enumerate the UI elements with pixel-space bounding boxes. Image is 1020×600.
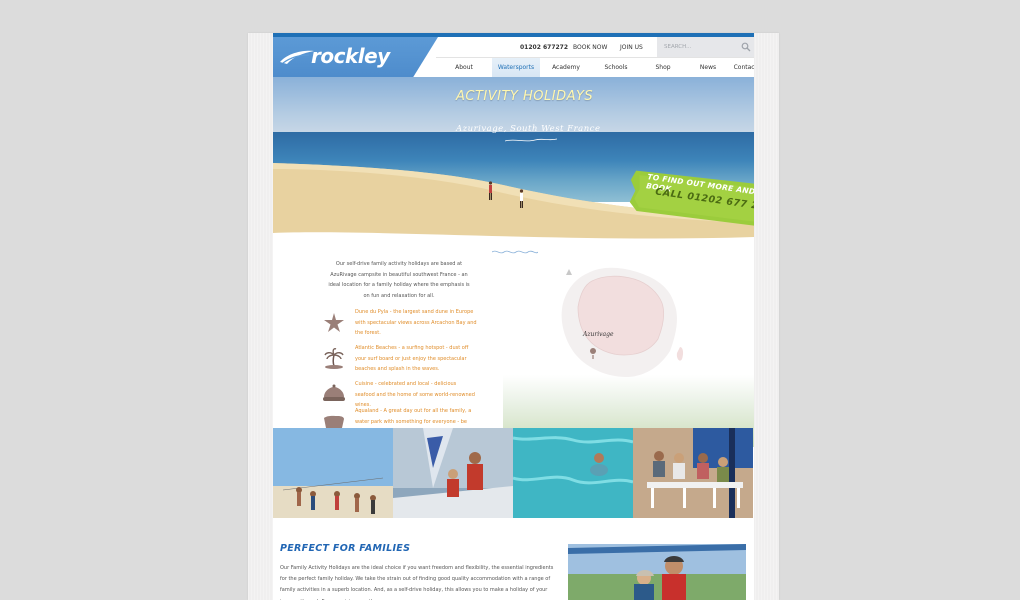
starfish-icon <box>324 313 344 332</box>
website-page: rockley 01202 677272 BOOK NOW JOIN US Ab… <box>273 33 754 600</box>
hero-subtitle: Azurivage, South West France <box>456 124 601 134</box>
cuisine-icon <box>323 384 345 401</box>
book-now-link[interactable]: BOOK NOW <box>573 44 607 51</box>
intro-paragraph: Our self-drive family activity holidays … <box>328 261 470 299</box>
swimming-pool-photo[interactable] <box>513 428 633 518</box>
hero-banner: ACTIVITY HOLIDAYS Azurivage, South West … <box>273 77 754 249</box>
sailing-photo[interactable] <box>393 428 513 518</box>
nav-item-news[interactable]: News <box>689 58 727 77</box>
feature-item: Atlantic Beaches - a surfing hotspot - d… <box>322 343 482 375</box>
nav-item-contact-us[interactable]: Contact Us <box>723 58 754 77</box>
families-paragraph: Our Family Activity Holidays are the ide… <box>280 565 554 600</box>
nav-item-shop[interactable]: Shop <box>646 58 680 77</box>
swoosh-icon <box>280 50 314 64</box>
wave-decoration <box>492 250 538 254</box>
france-map <box>561 267 684 377</box>
map-location-label: Azurivage <box>583 331 614 338</box>
section-heading: PERFECT FOR FAMILIES <box>280 543 411 554</box>
phone-number[interactable]: 01202 677272 <box>520 44 568 51</box>
nav-item-watersports[interactable]: Watersports <box>492 58 540 77</box>
logo-wordmark: rockley <box>311 44 390 68</box>
person-figure <box>488 181 493 200</box>
nav-item-schools[interactable]: Schools <box>594 58 638 77</box>
search-input[interactable] <box>664 42 734 52</box>
feature-text: Atlantic Beaches - a surfing hotspot - d… <box>355 345 469 373</box>
feature-item: Dune du Pyla - the largest sand dune in … <box>322 307 482 339</box>
search-box <box>657 37 754 57</box>
main-nav: About Watersports Academy Schools Shop N… <box>436 57 754 77</box>
search-icon[interactable] <box>741 42 751 52</box>
family-kayak-photo <box>568 544 746 600</box>
beach-volleyball-photo[interactable] <box>273 428 393 518</box>
nav-item-about[interactable]: About <box>444 58 484 77</box>
site-header: rockley 01202 677272 BOOK NOW JOIN US Ab… <box>273 37 754 77</box>
palm-island-icon <box>324 348 344 369</box>
browser-mockup-frame: rockley 01202 677272 BOOK NOW JOIN US Ab… <box>248 33 779 600</box>
intro-section: Our self-drive family activity holidays … <box>273 249 754 447</box>
photo-strip <box>273 428 754 518</box>
family-dining-photo[interactable] <box>633 428 753 518</box>
flourish-decoration <box>505 138 557 142</box>
person-figure <box>519 189 524 208</box>
utility-bar: 01202 677272 BOOK NOW JOIN US <box>513 37 654 56</box>
families-section: PERFECT FOR FAMILIES Our Family Activity… <box>273 528 754 600</box>
join-us-link[interactable]: JOIN US <box>620 44 643 51</box>
hero-title: ACTIVITY HOLIDAYS <box>456 89 594 104</box>
feature-text: Dune du Pyla - the largest sand dune in … <box>355 309 477 337</box>
site-logo[interactable]: rockley <box>279 43 390 71</box>
nav-item-academy[interactable]: Academy <box>546 58 586 77</box>
